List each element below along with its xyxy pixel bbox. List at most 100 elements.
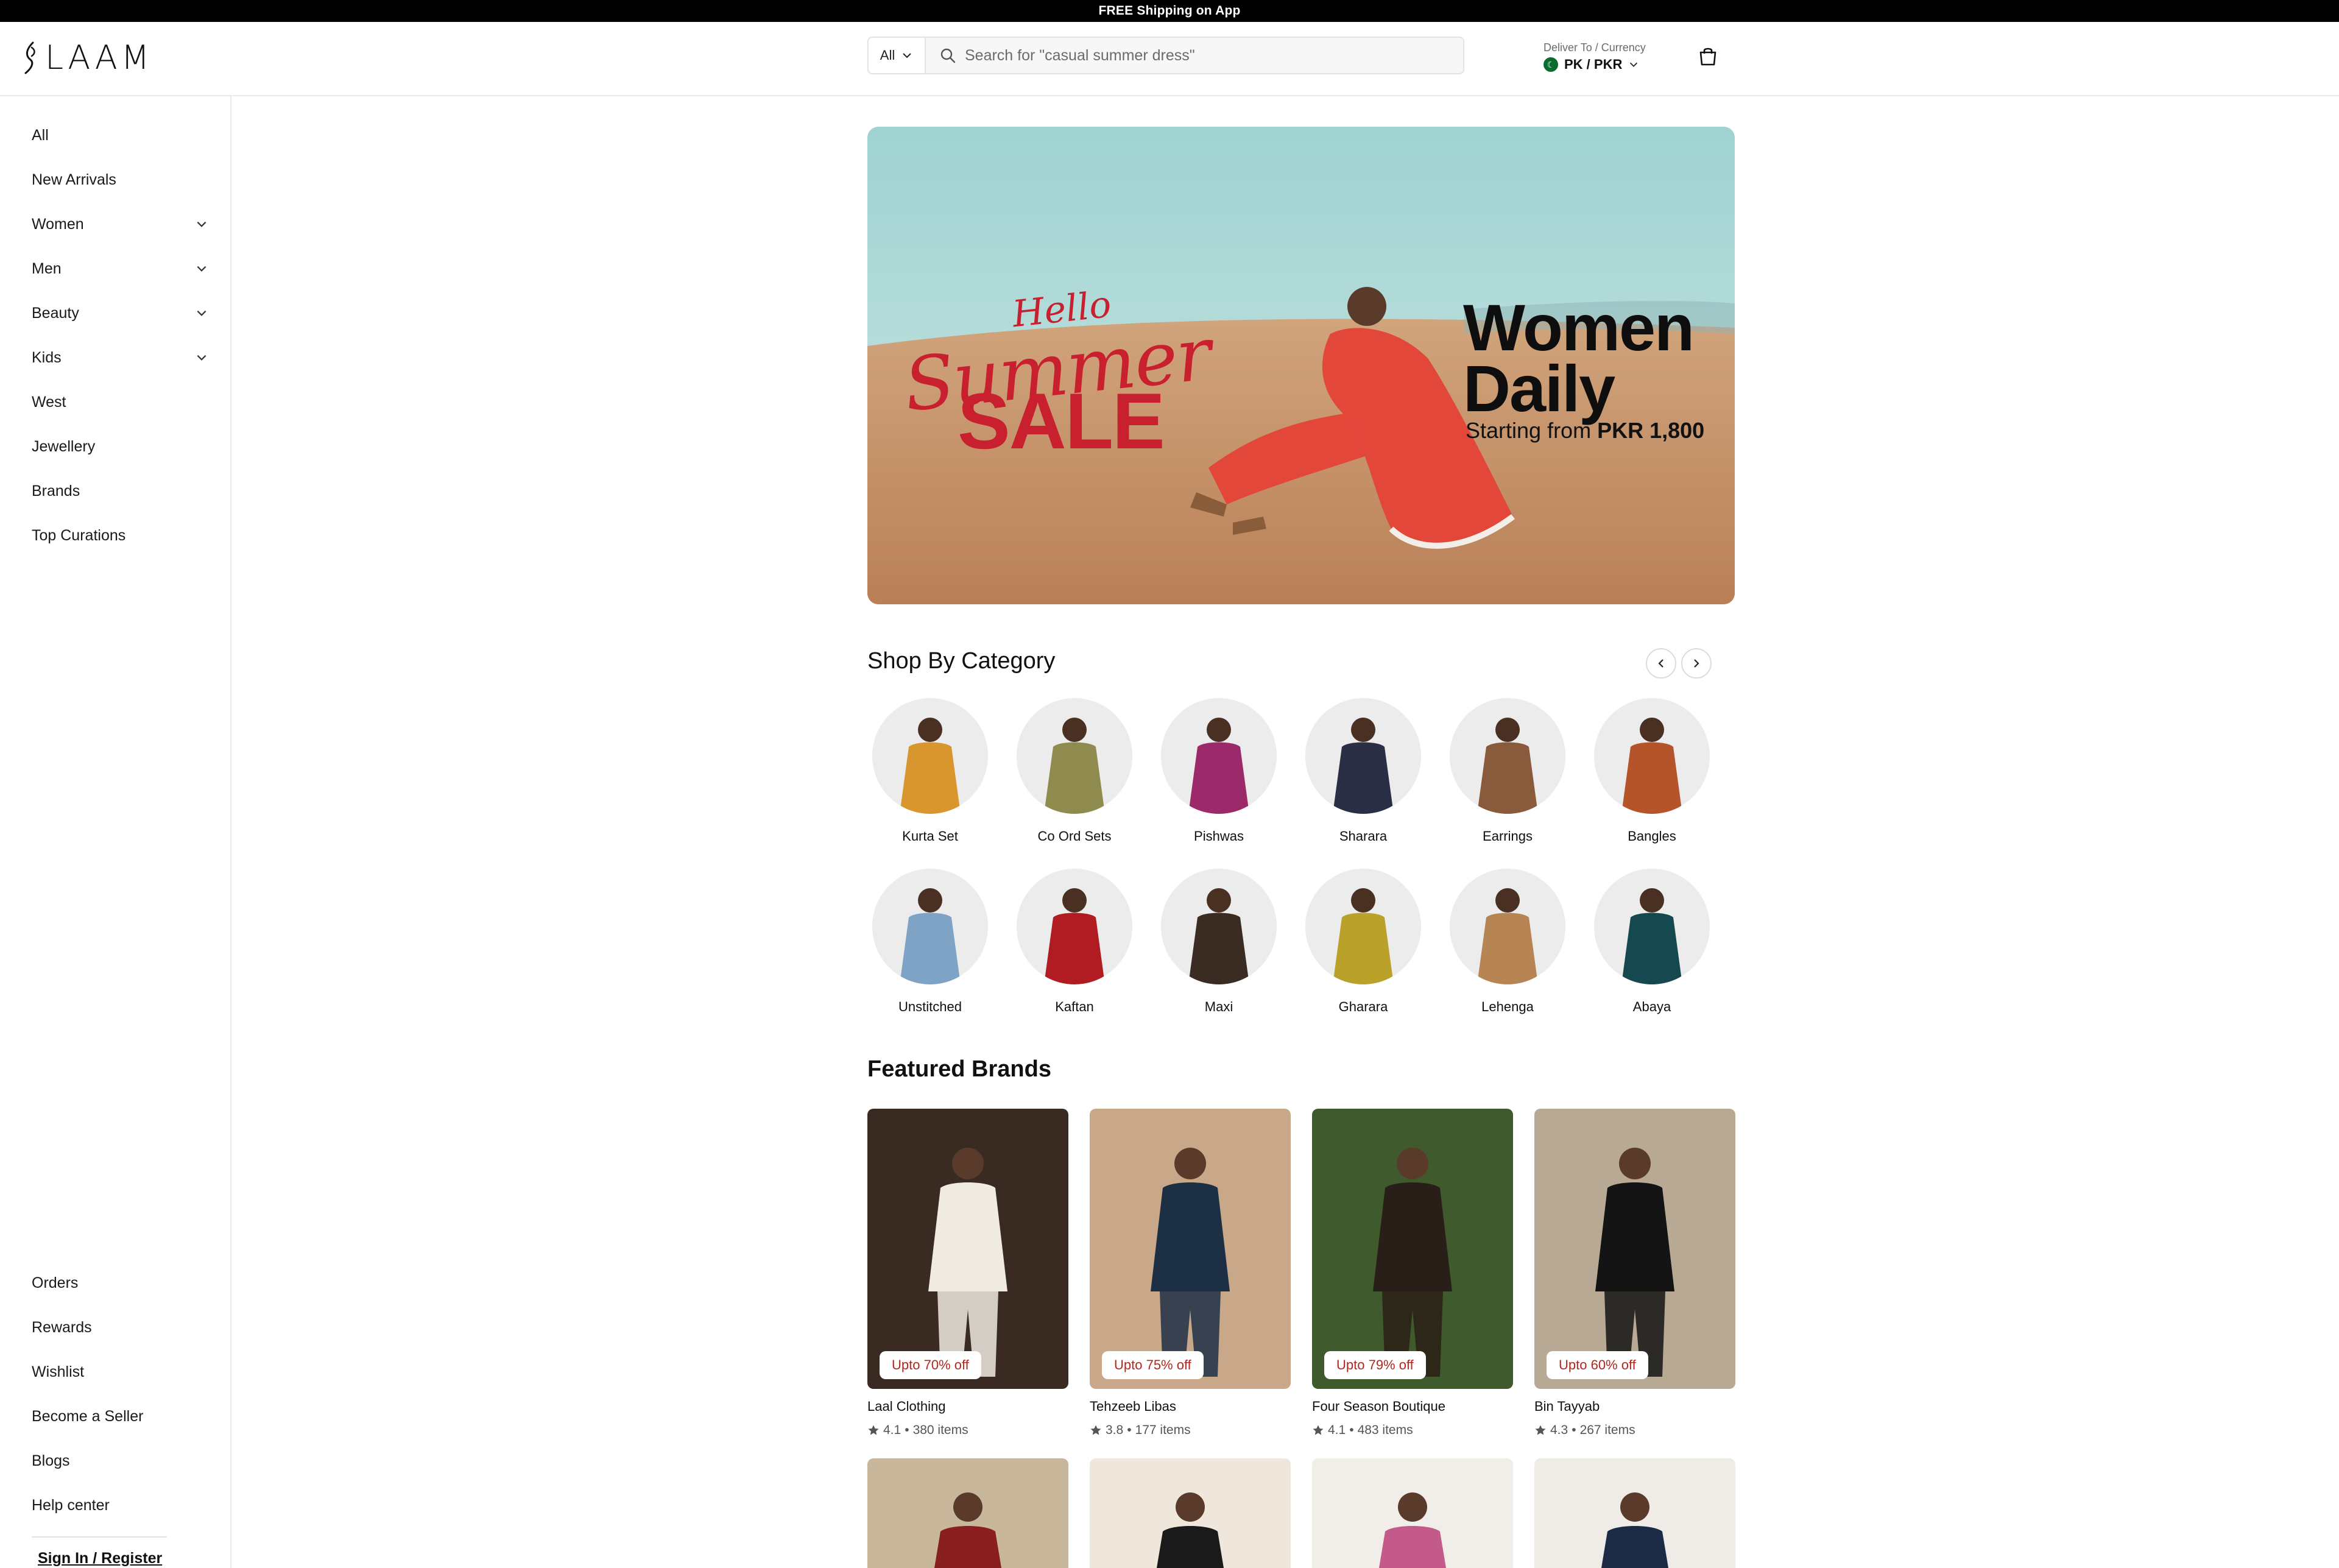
sidebar-item-all[interactable]: All (32, 117, 208, 154)
category-label: Kurta Set (902, 828, 958, 844)
hero-headline-women: Women (1463, 291, 1695, 364)
carousel-prev-button[interactable] (1646, 648, 1676, 679)
brand-image: Upto 75% off (1090, 1109, 1291, 1389)
category-photo (1450, 869, 1565, 984)
meta-separator: • (1572, 1423, 1576, 1437)
sidebar-item-label: West (32, 393, 66, 411)
brand-card[interactable]: Upto 60% off Bin Tayyab 4.3 • 267 items (1534, 1109, 1735, 1438)
category-photo (872, 698, 988, 814)
category-photo (1017, 869, 1132, 984)
sidebar-item-label: Become a Seller (32, 1407, 144, 1425)
sidebar-item-label: Men (32, 260, 62, 277)
sign-in-register-link[interactable]: Sign In / Register (38, 1550, 162, 1567)
category-item[interactable]: Gharara (1305, 869, 1421, 1015)
carousel-next-button[interactable] (1681, 648, 1712, 679)
category-label: Unstitched (898, 999, 962, 1014)
brand-rating: 4.1 (883, 1423, 901, 1437)
sidebar-item-beauty[interactable]: Beauty (32, 295, 208, 331)
chevron-left-icon (1658, 659, 1663, 668)
sidebar-item-west[interactable]: West (32, 384, 208, 420)
brand-meta: 4.1 • 380 items (867, 1423, 1068, 1438)
sidebar-item-wishlist[interactable]: Wishlist (32, 1354, 208, 1390)
brand-item-count: 267 items (1579, 1423, 1635, 1437)
category-item[interactable]: Kaftan (1017, 869, 1132, 1015)
discount-badge: Upto 79% off (1324, 1351, 1426, 1379)
chevron-down-icon (197, 266, 206, 272)
sidebar-item-label: Jewellery (32, 437, 96, 455)
sidebar-item-top-curations[interactable]: Top Curations (32, 517, 208, 554)
category-photo (1305, 869, 1421, 984)
sidebar-item-become-a-seller[interactable]: Become a Seller (32, 1398, 208, 1435)
sidebar-item-brands[interactable]: Brands (32, 473, 208, 509)
category-photo (1017, 698, 1132, 814)
sidebar-item-blogs[interactable]: Blogs (32, 1443, 208, 1479)
sidebar-item-rewards[interactable]: Rewards (32, 1309, 208, 1346)
sidebar-item-label: New Arrivals (32, 171, 116, 188)
category-photo (1594, 698, 1710, 814)
brand-card[interactable] (867, 1458, 1068, 1568)
brand-card[interactable]: Upto 70% off Laal Clothing 4.1 • 380 items (867, 1109, 1068, 1438)
category-photo (1305, 698, 1421, 814)
category-label: Sharara (1339, 828, 1388, 844)
category-item[interactable]: Abaya (1594, 869, 1710, 1015)
category-item[interactable]: Maxi (1161, 869, 1277, 1015)
category-image (1017, 869, 1132, 984)
sidebar-item-label: Orders (32, 1274, 79, 1291)
sidebar-item-women[interactable]: Women (32, 206, 208, 242)
star-icon (1535, 1425, 1546, 1435)
category-image (1594, 869, 1710, 984)
search-bar: All (867, 37, 1464, 74)
brand-rating: 3.8 (1106, 1423, 1124, 1437)
category-label: Maxi (1204, 999, 1233, 1014)
brand-card[interactable]: Upto 75% off Tehzeeb Libas 3.8 • 177 items (1090, 1109, 1291, 1438)
sidebar-item-kids[interactable]: Kids (32, 339, 208, 376)
category-item[interactable]: Earrings (1450, 698, 1565, 844)
category-item[interactable]: Sharara (1305, 698, 1421, 844)
sidebar-item-label: Women (32, 215, 84, 233)
category-item[interactable]: Kurta Set (872, 698, 988, 844)
category-image (1305, 869, 1421, 984)
brand-image: Upto 79% off (1312, 1109, 1513, 1389)
search-category-select[interactable]: All (869, 38, 926, 73)
category-item[interactable]: Co Ord Sets (1017, 698, 1132, 844)
search-input[interactable] (956, 38, 1463, 73)
hero-banner[interactable]: Hello Summer SALE Women Daily Starting f… (867, 127, 1735, 604)
sidebar-item-jewellery[interactable]: Jewellery (32, 428, 208, 465)
brand-name: Four Season Boutique (1312, 1399, 1445, 1414)
logo[interactable]: LAAM (23, 40, 153, 76)
brand-card[interactable]: Upto 79% off Four Season Boutique 4.1 • 483 … (1312, 1109, 1513, 1438)
sidebar-item-men[interactable]: Men (32, 250, 208, 287)
discount-badge: Upto 70% off (880, 1351, 981, 1379)
logo-text: LAAM (45, 38, 153, 77)
brand-card[interactable] (1090, 1458, 1291, 1568)
category-label: Earrings (1483, 828, 1533, 844)
category-item[interactable]: Pishwas (1161, 698, 1277, 844)
category-image (1450, 869, 1565, 984)
category-label: Bangles (1628, 828, 1676, 844)
sidebar-item-help-center[interactable]: Help center (32, 1487, 208, 1524)
category-item[interactable]: Bangles (1594, 698, 1710, 844)
brand-card[interactable] (1312, 1458, 1513, 1568)
sidebar-item-label: Blogs (32, 1452, 70, 1469)
brand-item-count: 177 items (1135, 1423, 1191, 1437)
sidebar-item-label: Wishlist (32, 1363, 85, 1380)
meta-separator: • (905, 1423, 909, 1437)
chevron-right-icon (1694, 659, 1699, 668)
laam-logo-icon (24, 41, 35, 74)
brand-name: Bin Tayyab (1534, 1399, 1600, 1414)
sidebar-item-orders[interactable]: Orders (32, 1265, 208, 1301)
brand-photo (1534, 1458, 1735, 1568)
sidebar-item-new-arrivals[interactable]: New Arrivals (32, 161, 208, 198)
hero-headline: Women Daily (1463, 291, 1695, 422)
brand-name: Laal Clothing (867, 1399, 946, 1414)
category-item[interactable]: Lehenga (1450, 869, 1565, 1015)
brand-card[interactable] (1534, 1458, 1735, 1568)
discount-badge: Upto 75% off (1102, 1351, 1204, 1379)
shopping-bag-icon[interactable] (1697, 45, 1719, 67)
category-photo (1161, 869, 1277, 984)
category-item[interactable]: Unstitched (872, 869, 988, 1015)
sidebar-item-label: Top Curations (32, 526, 126, 544)
deliver-currency-selector[interactable]: Deliver To / Currency ☾ PK / PKR (1543, 41, 1646, 72)
star-icon (1313, 1425, 1324, 1435)
brand-photo (1312, 1109, 1513, 1389)
